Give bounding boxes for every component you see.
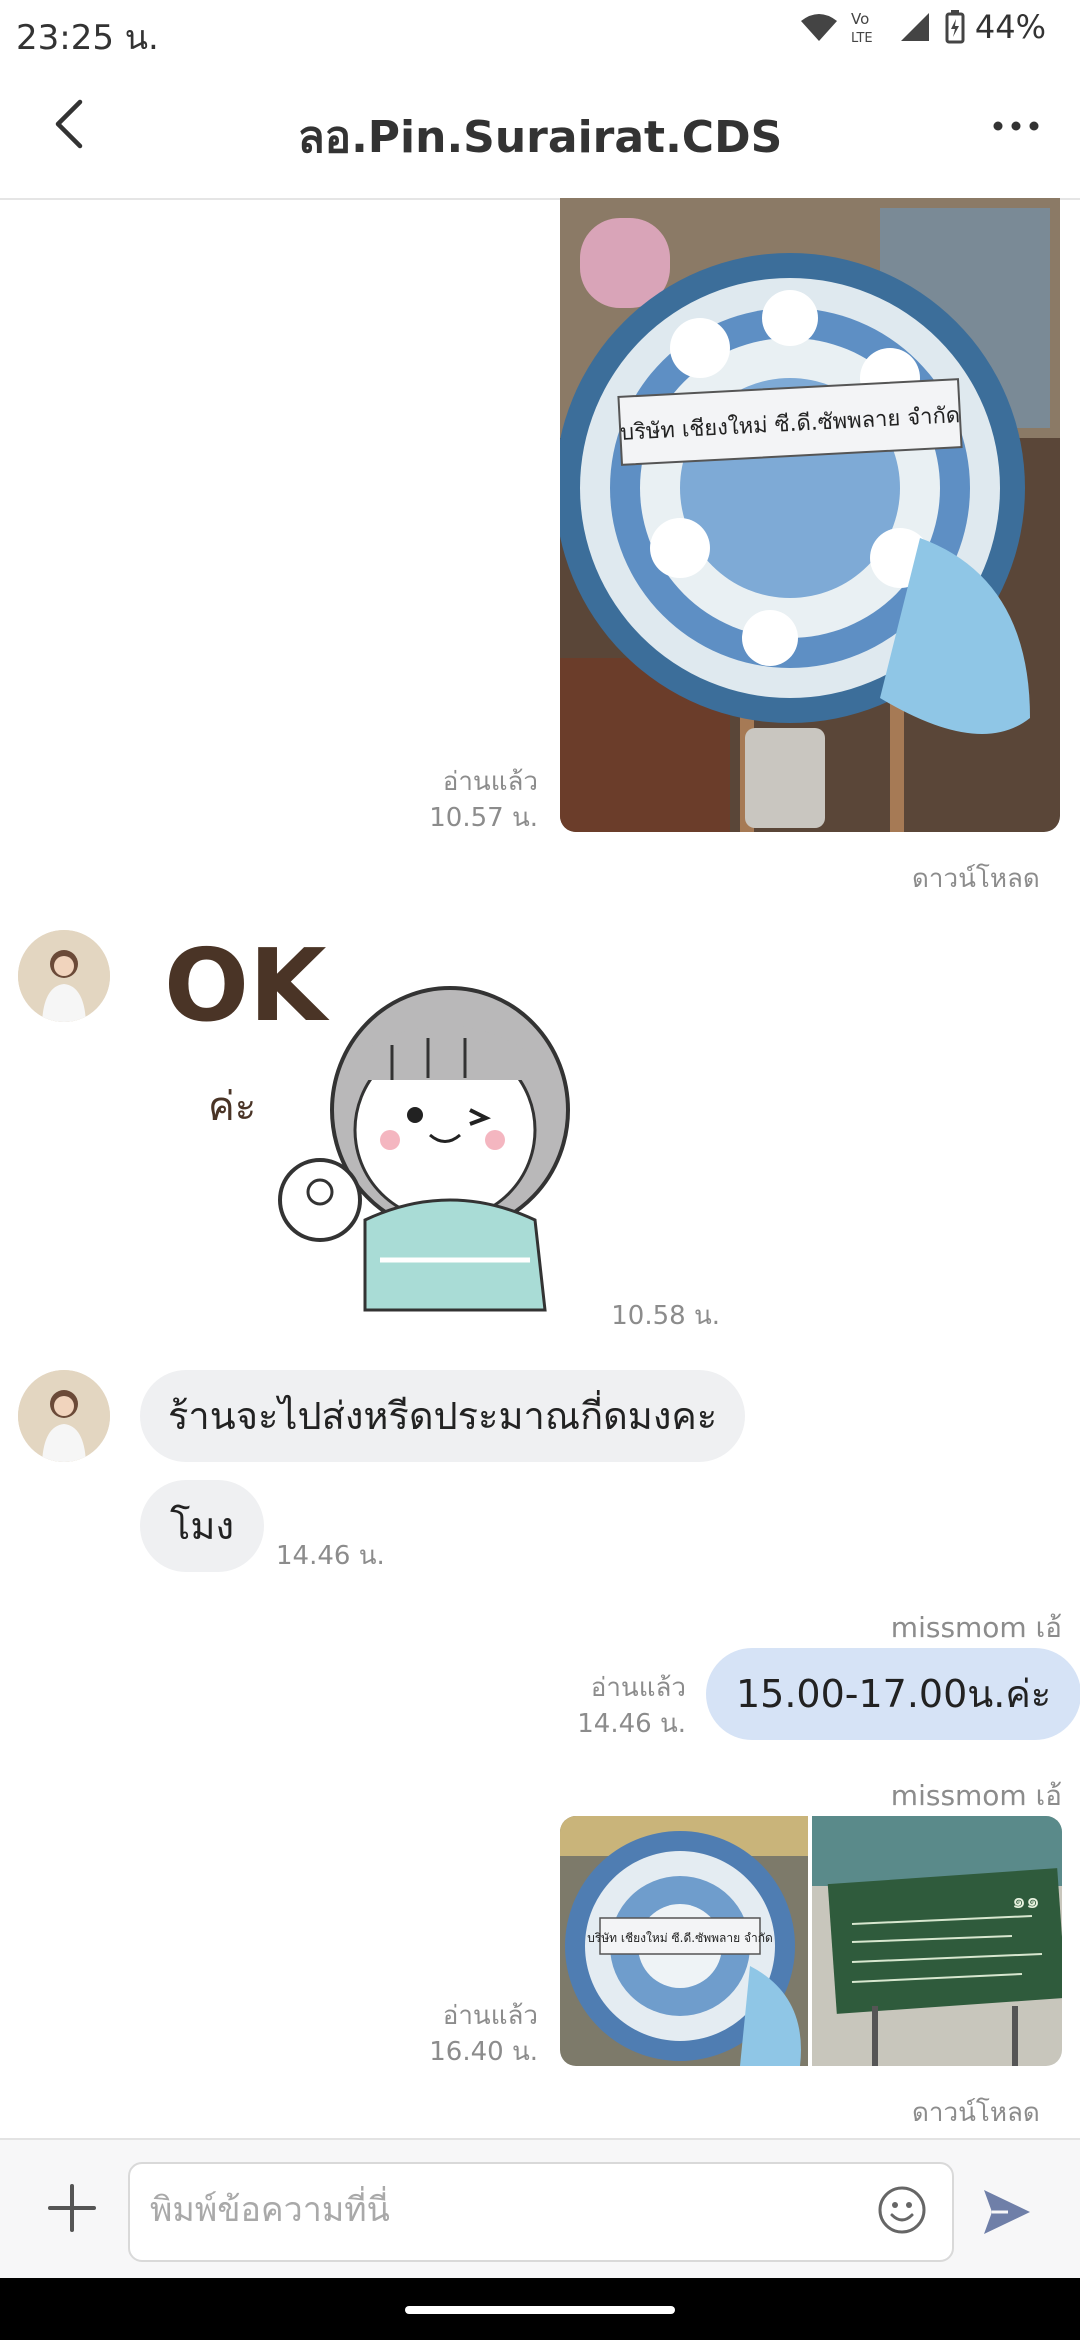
message-time: 10.57 น. — [429, 803, 538, 833]
sender-name: missmom เอ้ — [890, 1779, 1062, 1812]
volte-icon: Vo LTE — [851, 10, 873, 46]
status-time: 23:25 น. — [16, 18, 159, 58]
home-indicator[interactable] — [405, 2306, 675, 2314]
message-bubble-incoming[interactable]: โมง — [140, 1480, 265, 1572]
chat-title[interactable]: ลอ.Pin.Surairat.CDS — [0, 102, 1080, 172]
sticker-ok[interactable]: OK ค่ะ — [160, 927, 600, 1330]
status-bar: 23:25 น. Vo LTE 44% — [0, 0, 1080, 64]
chat-header: ลอ.Pin.Surairat.CDS — [0, 64, 1080, 200]
message-time: 14.46 น. — [276, 1541, 385, 1571]
message-image-outgoing: อ่านแล้ว 10.57 น. บริษัท เชียงใหม่ ซี.ดี… — [0, 198, 1080, 898]
plus-icon[interactable] — [42, 2178, 102, 2238]
svg-text:LTE: LTE — [851, 31, 873, 46]
photo-album[interactable]: บริษัท เชียงใหม่ ซี.ดี.ซัพพลาย จำกัด ๑๑ — [560, 1816, 1062, 2066]
album-photo-board[interactable]: ๑๑ — [812, 1816, 1062, 2066]
avatar[interactable] — [18, 930, 110, 1022]
more-horizontal-icon[interactable] — [986, 108, 1046, 144]
message-input[interactable] — [130, 2164, 830, 2256]
read-receipt: อ่านแล้ว — [590, 1673, 686, 1703]
sticker-subtext: ค่ะ — [208, 1084, 256, 1130]
avatar[interactable] — [18, 1370, 110, 1462]
wifi-icon — [800, 14, 837, 41]
board-number: ๑๑ — [1012, 1889, 1040, 1914]
read-receipt: อ่านแล้ว — [442, 767, 538, 797]
album-photo-wreath[interactable]: บริษัท เชียงใหม่ ซี.ดี.ซัพพลาย จำกัด — [560, 1816, 808, 2066]
status-icons: Vo LTE 44% — [799, 8, 1046, 46]
wreath-photo[interactable]: บริษัท เชียงใหม่ ซี.ดี.ซัพพลาย จำกัด — [560, 198, 1060, 832]
sticker-text: OK — [164, 930, 330, 1044]
send-icon[interactable] — [978, 2184, 1034, 2240]
sender-name: missmom เอ้ — [890, 1611, 1062, 1644]
svg-text:Vo: Vo — [851, 10, 869, 28]
album-ribbon-text: บริษัท เชียงใหม่ ซี.ดี.ซัพพลาย จำกัด — [587, 1931, 773, 1945]
battery-icon — [945, 10, 965, 44]
message-time: 14.46 น. — [577, 1709, 686, 1739]
download-link[interactable]: ดาวน์โหลด — [912, 2092, 1040, 2133]
emoji-icon[interactable] — [876, 2184, 928, 2236]
signal-icon — [900, 13, 929, 41]
wreath-photo-illustration: บริษัท เชียงใหม่ ซี.ดี.ซัพพลาย จำกัด — [560, 198, 1060, 832]
message-time: 16.40 น. — [429, 2037, 538, 2067]
system-nav-bar — [0, 2278, 1080, 2340]
message-input-bar — [0, 2138, 1080, 2280]
message-bubble-outgoing[interactable]: 15.00-17.00น.ค่ะ — [706, 1648, 1080, 1740]
message-bubble-incoming[interactable]: ร้านจะไปส่งหรีดประมาณกี่ดมงคะ — [140, 1370, 746, 1462]
download-link[interactable]: ดาวน์โหลด — [912, 858, 1040, 899]
message-input-field[interactable] — [128, 2162, 954, 2262]
read-receipt: อ่านแล้ว — [442, 2001, 538, 2031]
battery-level: 44% — [974, 8, 1046, 46]
message-time: 10.58 น. — [611, 1301, 720, 1331]
